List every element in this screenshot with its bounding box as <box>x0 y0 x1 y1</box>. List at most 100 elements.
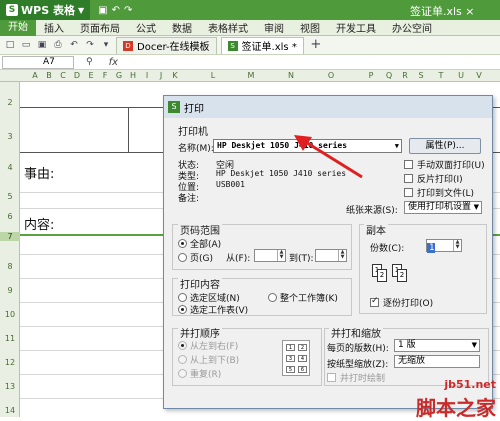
dialog-title-bar[interactable]: S 打印 <box>164 96 492 118</box>
column-label[interactable]: U <box>455 70 467 82</box>
menu-table-style[interactable]: 表格样式 <box>200 20 256 35</box>
column-label[interactable]: C <box>57 70 69 82</box>
menu-home[interactable]: 开始 <box>0 19 36 36</box>
print-icon[interactable]: ⎙ <box>52 39 64 51</box>
properties-button[interactable]: 属性(P)... <box>409 138 481 154</box>
order-lr-radio[interactable] <box>178 341 187 350</box>
row-label[interactable]: 8 <box>0 262 20 271</box>
content-selection-radio[interactable] <box>178 293 187 302</box>
dropdown-icon[interactable]: ▾ <box>100 39 112 51</box>
open-icon[interactable]: ▭ <box>20 39 32 51</box>
redo-icon[interactable]: ↷ <box>124 5 132 16</box>
manual-duplex-checkbox[interactable] <box>404 160 413 169</box>
row-label[interactable]: 5 <box>0 192 20 201</box>
new-file-icon[interactable]: □ <box>4 39 16 51</box>
reverse-print-checkbox[interactable] <box>404 174 413 183</box>
menu-page-layout[interactable]: 页面布局 <box>72 20 128 35</box>
row-label[interactable]: 10 <box>0 310 20 319</box>
zoom-icon[interactable]: ⚲ <box>86 57 93 67</box>
cut-line-label[interactable]: 并打时绘制 <box>340 371 385 384</box>
range-all-radio[interactable] <box>178 239 187 248</box>
spin-arrows-icon[interactable]: ▲ ▼ <box>277 250 285 261</box>
column-label[interactable]: T <box>435 70 447 82</box>
column-label[interactable]: F <box>99 70 111 82</box>
row-label[interactable]: 3 <box>0 132 20 141</box>
column-label[interactable]: B <box>43 70 55 82</box>
name-box[interactable]: A7 <box>2 55 74 69</box>
collate-checkbox[interactable] <box>370 296 379 307</box>
content-sheet-radio[interactable] <box>178 305 187 314</box>
column-label[interactable]: R <box>399 70 411 82</box>
row-label[interactable]: 11 <box>0 334 20 343</box>
menu-insert[interactable]: 插入 <box>36 20 72 35</box>
collate-label[interactable]: 逐份打印(O) <box>383 296 433 309</box>
menu-review[interactable]: 审阅 <box>256 20 292 35</box>
row-label[interactable]: 14 <box>0 406 20 415</box>
range-pages-label[interactable]: 页(G) <box>190 251 213 264</box>
undo-icon[interactable]: ↶ <box>68 39 80 51</box>
range-from-input[interactable]: ▲ ▼ <box>254 249 286 262</box>
manual-duplex-label[interactable]: 手动双面打印(U) <box>417 158 485 171</box>
content-workbook-radio[interactable] <box>268 293 277 302</box>
order-repeat-label[interactable]: 重复(R) <box>190 367 221 380</box>
column-label[interactable]: S <box>415 70 427 82</box>
save-icon[interactable]: ▣ <box>98 5 107 16</box>
app-menu-button[interactable]: S WPS 表格 ▼ <box>0 0 91 20</box>
cut-line-checkbox[interactable] <box>327 373 336 382</box>
print-to-file-checkbox[interactable] <box>404 188 413 197</box>
column-label[interactable]: N <box>285 70 297 82</box>
column-label[interactable]: V <box>473 70 485 82</box>
paper-source-select[interactable]: 使用打印机设置 ▼ <box>404 201 482 214</box>
order-tb-label[interactable]: 从上到下(B) <box>190 353 239 366</box>
column-label[interactable]: K <box>169 70 181 82</box>
range-to-input[interactable]: ▲ ▼ <box>315 249 347 262</box>
row-label[interactable]: 9 <box>0 286 20 295</box>
copies-input[interactable]: 1 ▲ ▼ <box>426 239 462 253</box>
row-label[interactable]: 13 <box>0 382 20 391</box>
column-label[interactable]: L <box>207 70 219 82</box>
range-to-label: 到(T): <box>289 254 314 264</box>
column-label[interactable]: G <box>113 70 125 82</box>
redo-icon[interactable]: ↷ <box>84 39 96 51</box>
print-to-file-label[interactable]: 打印到文件(L) <box>417 186 474 199</box>
column-label[interactable]: P <box>365 70 377 82</box>
column-label[interactable]: I <box>141 70 153 82</box>
spin-arrows-icon[interactable]: ▲ ▼ <box>453 240 461 251</box>
order-lr-label[interactable]: 从左到右(F) <box>190 339 238 352</box>
tab-visa-sheet[interactable]: S 签证单.xls * <box>220 36 304 54</box>
column-label[interactable]: E <box>85 70 97 82</box>
column-label[interactable]: M <box>245 70 257 82</box>
menu-developer[interactable]: 开发工具 <box>328 20 384 35</box>
content-workbook-label[interactable]: 整个工作簿(K) <box>280 291 338 304</box>
tab-docer[interactable]: D Docer-在线模板 <box>116 36 217 54</box>
scale-select[interactable]: 无缩放 <box>394 355 480 368</box>
column-label[interactable]: J <box>155 70 167 82</box>
column-label[interactable]: Q <box>383 70 395 82</box>
row-label[interactable]: 4 <box>0 163 20 172</box>
add-tab-icon[interactable]: + <box>310 38 322 51</box>
order-tb-radio[interactable] <box>178 355 187 364</box>
reverse-print-label[interactable]: 反片打印(I) <box>417 172 463 185</box>
column-label[interactable]: D <box>71 70 83 82</box>
menu-office-space[interactable]: 办公空间 <box>384 20 440 35</box>
row-label[interactable]: 6 <box>0 212 20 221</box>
menu-data[interactable]: 数据 <box>164 20 200 35</box>
range-all-label[interactable]: 全部(A) <box>190 237 221 250</box>
row-label[interactable]: 2 <box>0 98 20 107</box>
menu-view[interactable]: 视图 <box>292 20 328 35</box>
spin-arrows-icon[interactable]: ▲ ▼ <box>338 250 346 261</box>
range-pages-radio[interactable] <box>178 253 187 262</box>
row-label[interactable]: 12 <box>0 358 20 367</box>
column-label[interactable]: O <box>325 70 337 82</box>
save-icon[interactable]: ▣ <box>36 39 48 51</box>
pages-per-sheet-select[interactable]: 1 版 ▼ <box>394 339 480 352</box>
row-label[interactable]: 7 <box>0 232 20 241</box>
content-sheet-label[interactable]: 选定工作表(V) <box>190 303 248 316</box>
fx-icon[interactable]: fx <box>109 57 118 68</box>
column-label[interactable]: A <box>29 70 41 82</box>
undo-icon[interactable]: ↶ <box>112 5 120 16</box>
column-label[interactable]: H <box>127 70 139 82</box>
copies-value: 1 <box>427 243 435 253</box>
menu-formula[interactable]: 公式 <box>128 20 164 35</box>
order-repeat-radio[interactable] <box>178 369 187 378</box>
